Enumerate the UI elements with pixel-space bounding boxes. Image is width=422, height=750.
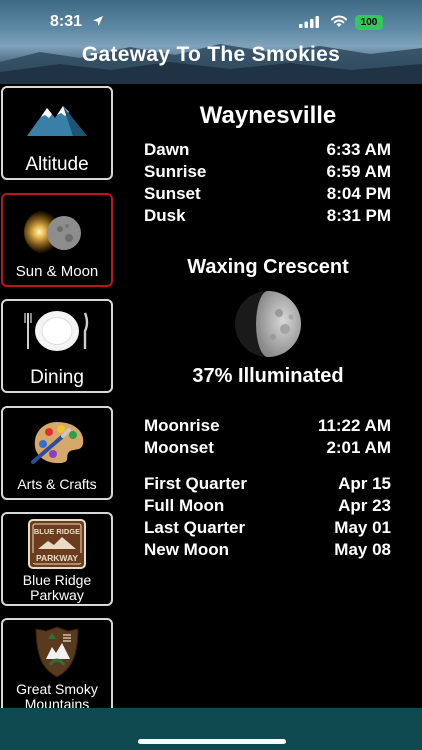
moon-time-label: Moonrise bbox=[144, 416, 220, 435]
phase-date-row: First Quarter Apr 15 bbox=[144, 474, 391, 496]
sidebar-item-label: Dining bbox=[30, 367, 84, 388]
moon-time-value: 2:01 AM bbox=[326, 438, 391, 457]
phase-date-row: Full Moon Apr 23 bbox=[144, 496, 391, 518]
moon-time-value: 11:22 AM bbox=[317, 416, 391, 435]
plate-icon bbox=[24, 311, 89, 351]
sidebar-item-label: Arts & Crafts bbox=[17, 476, 97, 492]
sun-time-row: Dawn 6:33 AM bbox=[144, 140, 391, 162]
sun-time-label: Dawn bbox=[144, 140, 190, 159]
sidebar-item-label: Altitude bbox=[25, 154, 89, 175]
phase-date-value: May 01 bbox=[334, 518, 391, 537]
sidebar-item-blue-ridge-parkway[interactable]: BLUE RIDGE PARKWAY Blue Ridge Parkway bbox=[1, 512, 113, 606]
eclipse-icon bbox=[24, 210, 81, 254]
battery-indicator: 100 bbox=[355, 15, 383, 30]
sun-time-value: 8:04 PM bbox=[326, 184, 391, 203]
sidebar-item-label: Sun & Moon bbox=[15, 263, 99, 280]
sign-bottom-text: PARKWAY bbox=[36, 553, 78, 563]
sun-time-row: Sunrise 6:59 AM bbox=[144, 162, 391, 184]
sidebar-item-altitude[interactable]: Altitude bbox=[1, 86, 113, 180]
phase-date-label: First Quarter bbox=[144, 474, 247, 493]
park-service-icon bbox=[35, 626, 79, 678]
sidebar-item-sun-moon[interactable]: Sun & Moon bbox=[1, 193, 113, 287]
phase-date-value: Apr 15 bbox=[338, 474, 391, 493]
status-time: 8:31 bbox=[50, 13, 83, 30]
phase-date-label: New Moon bbox=[144, 540, 229, 559]
phase-date-value: Apr 23 bbox=[338, 496, 391, 515]
phase-date-label: Last Quarter bbox=[144, 518, 246, 537]
moon-time-row: Moonrise 11:22 AM bbox=[144, 416, 391, 438]
phase-date-label: Full Moon bbox=[144, 496, 225, 515]
header: 8:31 100 Gateway To The Smokies bbox=[0, 0, 422, 84]
location-arrow-icon bbox=[93, 16, 103, 26]
mountain-icon bbox=[27, 106, 87, 136]
sun-time-label: Sunset bbox=[144, 184, 201, 203]
phase-date-row: New Moon May 08 bbox=[144, 540, 391, 562]
status-bar: 8:31 100 bbox=[0, 0, 422, 44]
sun-time-label: Dusk bbox=[144, 206, 186, 225]
sidebar-item-dining[interactable]: Dining bbox=[1, 299, 113, 393]
phase-date-value: May 08 bbox=[334, 540, 391, 559]
sun-time-value: 6:33 AM bbox=[326, 140, 391, 159]
city-name: Waynesville bbox=[199, 102, 337, 129]
sidebar-item-arts-crafts[interactable]: Arts & Crafts bbox=[1, 406, 113, 500]
parkway-sign-icon: BLUE RIDGE PARKWAY bbox=[28, 519, 86, 569]
moon-time-label: Moonset bbox=[144, 438, 214, 457]
cellular-signal-icon bbox=[299, 16, 319, 28]
sun-time-row: Dusk 8:31 PM bbox=[144, 206, 391, 228]
sun-time-value: 6:59 AM bbox=[326, 162, 391, 181]
wifi-icon bbox=[331, 15, 347, 27]
home-indicator[interactable] bbox=[138, 739, 286, 744]
phase-date-row: Last Quarter May 01 bbox=[144, 518, 391, 540]
sign-top-text: BLUE RIDGE bbox=[34, 527, 80, 536]
sun-time-value: 8:31 PM bbox=[326, 206, 391, 225]
sidebar-item-label: Blue Ridge Parkway bbox=[22, 572, 92, 603]
moon-time-row: Moonset 2:01 AM bbox=[144, 438, 391, 460]
moon-illumination: 37% Illuminated bbox=[192, 365, 344, 387]
app-title: Gateway To The Smokies bbox=[81, 43, 341, 66]
sidebar-item-great-smoky-mountains[interactable]: Great Smoky Mountains bbox=[1, 618, 113, 714]
sun-time-label: Sunrise bbox=[144, 162, 207, 181]
moon-phase-name: Waxing Crescent bbox=[187, 256, 349, 278]
paint-palette-icon bbox=[31, 422, 84, 464]
moon-phase-icon bbox=[235, 291, 301, 357]
sun-time-row: Sunset 8:04 PM bbox=[144, 184, 391, 206]
